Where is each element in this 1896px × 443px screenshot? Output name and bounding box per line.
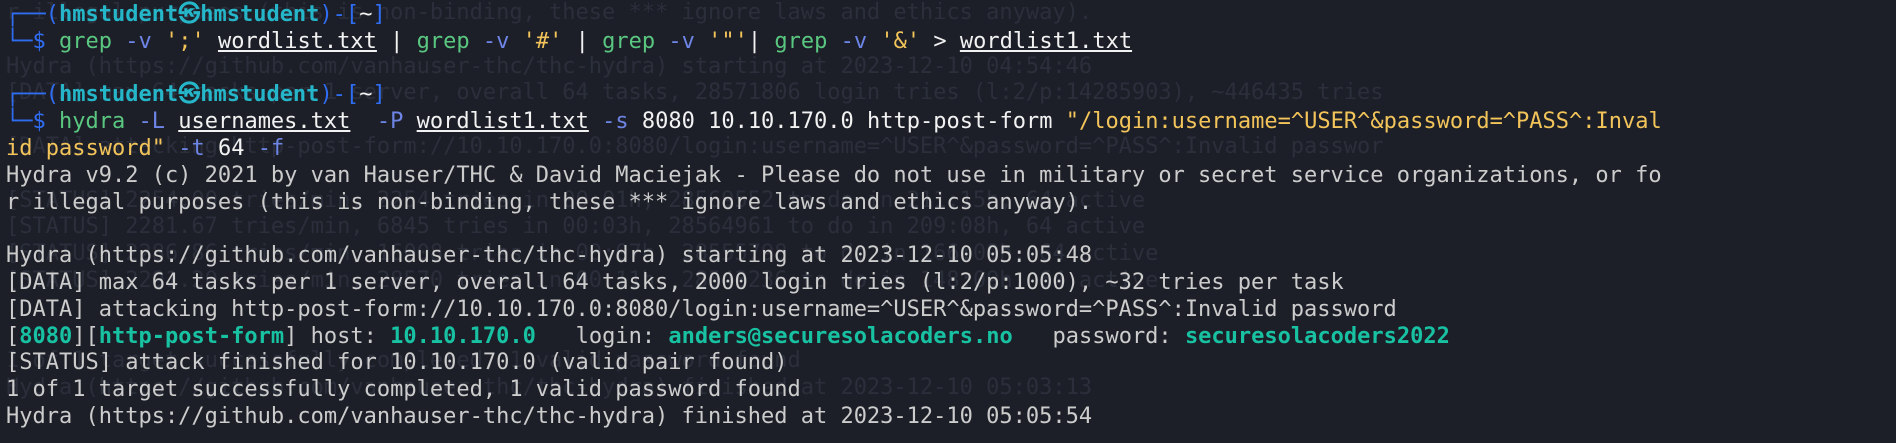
prompt-dir-open: )-[ bbox=[319, 2, 360, 27]
prompt-dir-open: )-[ bbox=[319, 82, 360, 108]
cmd-pipe: | bbox=[390, 28, 404, 54]
found-login: anders@securesolacoders.no bbox=[668, 323, 1013, 349]
prompt-dir: ~ bbox=[359, 2, 373, 27]
found-login-label: login: bbox=[575, 323, 656, 349]
prompt-corner-bottom: └─$ bbox=[6, 28, 59, 54]
cmd-grep: grep bbox=[602, 28, 656, 54]
found-host-label: host: bbox=[310, 323, 377, 349]
output-line: [STATUS] attack finished for 10.10.170.0… bbox=[6, 350, 788, 376]
cmd-file: wordlist1.txt bbox=[416, 109, 589, 135]
cmd-form-string: id password" bbox=[6, 135, 165, 161]
prompt-user: hmstudent bbox=[58, 2, 179, 27]
output-banner: Hydra v9.2 (c) 2021 by van Hauser/THC & … bbox=[6, 162, 1662, 188]
cmd-arg: '#' bbox=[522, 28, 563, 54]
output-line: [DATA] attacking http-post-form://10.10.… bbox=[6, 296, 1397, 322]
cmd-grep: grep bbox=[416, 28, 470, 54]
cmd-flag: -v bbox=[482, 28, 510, 54]
prompt-host: hmstudent bbox=[200, 82, 320, 108]
prompt-corner-top: ┌──( bbox=[6, 82, 59, 108]
found-port: 8080 bbox=[19, 323, 73, 349]
credential-found-line: [8080][http-post-form] host: 10.10.170.0… bbox=[6, 323, 1450, 349]
cmd-flag: -L bbox=[138, 109, 165, 135]
cmd-flag: -v bbox=[668, 28, 695, 54]
output-line: 1 of 1 target successfully completed, 1 … bbox=[6, 377, 801, 403]
prompt-host: hmstudent bbox=[200, 2, 320, 27]
prompt-line: ┌──(hmstudent㉿hmstudent)-[~] bbox=[6, 2, 1890, 29]
cmd-arg: 64 bbox=[217, 135, 245, 161]
cmd-arg: 8080 bbox=[641, 109, 695, 135]
output-line: Hydra (https://github.com/vanhauser-thc/… bbox=[6, 403, 1093, 429]
cmd-redirect: > bbox=[933, 28, 947, 54]
prompt-dir-close: ] bbox=[372, 2, 386, 27]
prompt-line: ┌──(hmstudent㉿hmstudent)-[~] bbox=[6, 82, 1890, 109]
cmd-pipe: | bbox=[747, 28, 762, 54]
found-password-label: password: bbox=[1052, 323, 1172, 349]
found-mode: http-post-form bbox=[98, 323, 285, 349]
found-host: 10.10.170.0 bbox=[390, 323, 536, 349]
skull-icon: ㉿ bbox=[178, 82, 201, 108]
cmd-pipe: | bbox=[575, 28, 589, 54]
prompt-dir-close: ] bbox=[372, 82, 386, 108]
output-line: [DATA] max 64 tasks per 1 server, overal… bbox=[6, 269, 1344, 295]
cmd-form-string: "/login:username=^USER^&password=^PASS^:… bbox=[1065, 109, 1662, 135]
cmd-flag: -s bbox=[602, 109, 629, 135]
prompt-user: hmstudent bbox=[58, 82, 179, 108]
cmd-hydra: hydra bbox=[58, 109, 126, 135]
command-line[interactable]: └─$ grep -v ';' wordlist.txt | grep -v '… bbox=[6, 29, 1890, 56]
command-line[interactable]: └─$ hydra -L usernames.txt -P wordlist1.… bbox=[6, 109, 1890, 136]
skull-icon: ㉿ bbox=[178, 2, 201, 27]
cmd-flag: -v bbox=[840, 28, 868, 54]
cmd-flag: -v bbox=[125, 28, 152, 54]
prompt-corner-bottom: └─$ bbox=[6, 109, 59, 135]
terminal-window[interactable]: r illegal purposes (this is non-binding,… bbox=[0, 0, 1896, 443]
prompt-dir: ~ bbox=[359, 82, 373, 108]
cmd-grep: grep bbox=[774, 28, 828, 54]
cmd-arg: 10.10.170.0 bbox=[708, 109, 854, 135]
cmd-file: usernames.txt bbox=[178, 109, 351, 135]
cmd-grep: grep bbox=[58, 28, 112, 54]
cmd-file: wordlist.txt bbox=[217, 28, 377, 54]
cmd-arg: http-post-form bbox=[867, 109, 1053, 135]
found-password: securesolacoders2022 bbox=[1184, 323, 1450, 349]
command-line-wrap: id password" -t 64 -f bbox=[6, 136, 1890, 163]
terminal-output: ┌──(hmstudent㉿hmstudent)-[~] └─$ grep -v… bbox=[6, 2, 1890, 431]
cmd-flag: -P bbox=[376, 109, 404, 135]
output-line: Hydra (https://github.com/vanhauser-thc/… bbox=[6, 243, 1093, 269]
prompt-corner-top: ┌──( bbox=[6, 2, 59, 27]
cmd-arg: ';' bbox=[164, 28, 205, 54]
cmd-flag: -f bbox=[257, 135, 285, 161]
cmd-arg: '"' bbox=[708, 28, 748, 54]
cmd-output-file: wordlist1.txt bbox=[959, 28, 1133, 54]
cmd-arg: '&' bbox=[880, 28, 921, 54]
cmd-flag: -t bbox=[178, 135, 205, 161]
output-banner: r illegal purposes (this is non-binding,… bbox=[6, 189, 1093, 215]
